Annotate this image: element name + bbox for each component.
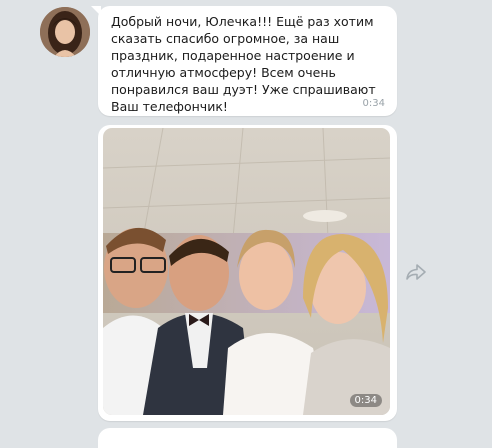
avatar[interactable] [40,7,90,57]
photo-attachment[interactable]: 0:34 [103,128,390,415]
forward-icon[interactable] [405,262,427,282]
photo-message-bubble[interactable]: 0:34 [98,125,397,421]
message-text: Добрый ночи, Юлечка!!! Ещё раз хотим ска… [111,14,376,114]
photo-image [103,128,390,415]
message-bubble[interactable]: Добрый ночи, Юлечка!!! Ещё раз хотим ска… [98,6,397,116]
message-time: 0:34 [362,98,385,109]
photo-time: 0:34 [349,394,382,407]
next-message-bubble[interactable] [98,428,397,448]
avatar-image [40,7,90,57]
